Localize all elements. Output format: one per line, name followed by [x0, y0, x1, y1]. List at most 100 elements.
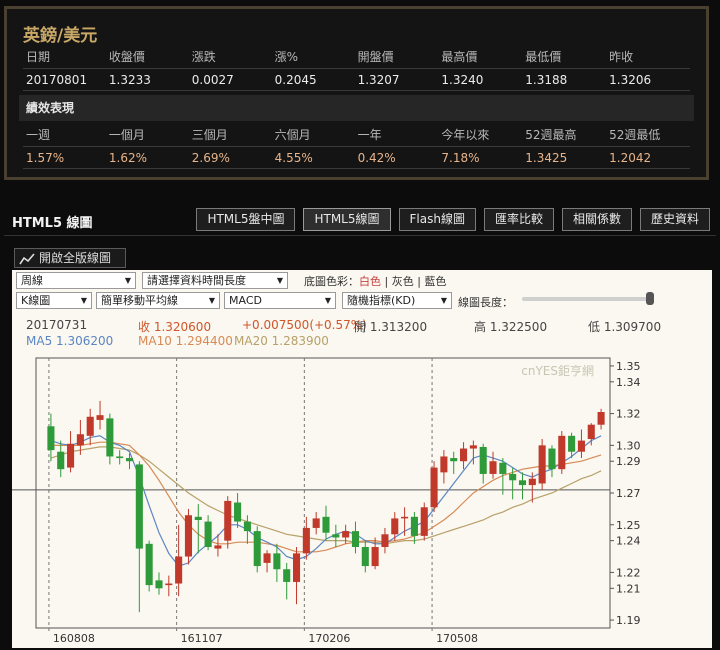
x-tick-label: 170206	[308, 632, 350, 645]
indicator2-select[interactable]: 隨機指標(KD) ▼	[342, 292, 452, 309]
candle-body	[302, 527, 310, 554]
chevron-down-icon: ▼	[324, 296, 331, 305]
candle-body	[371, 547, 379, 567]
performance-value-cell: 1.3425	[525, 150, 568, 165]
indicator2-select-value: 隨機指標(KD)	[347, 294, 416, 307]
quote-header-cell: 日期	[26, 50, 51, 64]
candle-body	[499, 462, 507, 474]
quote-header-cell: 收盤價	[108, 50, 145, 64]
performance-value-cell: 0.42%	[357, 150, 396, 165]
quote-header-row: 日期 收盤價 漲跌 漲% 開盤價 最高價 最低價 昨收	[23, 45, 690, 69]
chart-length-slider-handle[interactable]	[646, 292, 654, 305]
quote-value-cell: 1.3233	[108, 72, 151, 87]
info-close: 收 1.320600	[138, 320, 212, 334]
chevron-down-icon: ▼	[208, 296, 215, 305]
candle-body	[224, 500, 232, 541]
candle-body	[381, 534, 389, 547]
bg-gray-option[interactable]: 灰色	[392, 275, 414, 288]
performance-value-row: 1.57% 1.62% 2.69% 4.55% 0.42% 7.18% 1.34…	[23, 147, 690, 169]
chart-panel: 周線 ▼ 請選擇資料時間長度 ▼ 底圖色彩：白色 | 灰色 | 藍色 K線圖 ▼ 簡單…	[12, 270, 712, 648]
quote-value-row: 20170801 1.3233 0.0027 0.2045 1.3207 1.3…	[23, 69, 690, 91]
candle-body	[86, 416, 94, 436]
quote-header-cell: 最低價	[525, 50, 562, 64]
tab-html5-intraday[interactable]: HTML5盤中圖	[196, 208, 296, 231]
tab-fx-compare[interactable]: 匯率比較	[483, 208, 554, 231]
candle-body	[243, 521, 251, 532]
section-title: HTML5 線圖	[12, 216, 93, 231]
ma5-line	[50, 435, 602, 567]
candle-body	[479, 446, 487, 474]
candle-body	[145, 543, 153, 586]
open-full-chart-button[interactable]: 開啟全版線圖	[14, 248, 126, 268]
quote-header-cell: 漲跌	[191, 50, 216, 64]
chart-length-slider[interactable]	[522, 297, 652, 301]
candle-body	[322, 516, 330, 533]
candle-body	[401, 516, 409, 519]
candlestick-chart[interactable]: 160808 161107 170206 170508 1.35 1.34 1.32 1.30…	[12, 350, 712, 650]
candle-body	[587, 424, 595, 439]
candle-body	[283, 569, 291, 582]
quote-value-cell: 1.3188	[525, 72, 568, 87]
tab-history[interactable]: 歷史資料	[639, 208, 710, 231]
background-color-label: 底圖色彩：	[304, 275, 359, 288]
performance-value-cell: 1.2042	[609, 150, 652, 165]
candle-body	[509, 473, 517, 481]
performance-header-row: 一週 一個月 三個月 六個月 一年 今年以來 52週最高 52週最低	[23, 123, 690, 147]
y-tick-label: 1.35	[616, 360, 641, 373]
chart-length-label: 線圖長度：	[458, 296, 513, 309]
candle-body	[528, 478, 536, 486]
indicator1-select-value: MACD	[229, 294, 262, 307]
candle-body	[253, 531, 261, 567]
info-open: 開 1.313200	[354, 320, 428, 334]
candle-body	[214, 545, 222, 549]
moving-average-select[interactable]: 簡單移動平均線 ▼	[96, 292, 220, 309]
candle-body	[184, 515, 192, 557]
chevron-down-icon: ▼	[80, 296, 87, 305]
candle-body	[106, 418, 114, 457]
chart-type-select[interactable]: K線圖 ▼	[16, 292, 92, 309]
info-low: 低 1.309700	[588, 320, 662, 334]
tab-flash-chart[interactable]: Flash線圖	[398, 208, 476, 231]
chevron-down-icon: ▼	[440, 296, 447, 305]
time-length-select-value: 請選擇資料時間長度	[147, 274, 246, 287]
candle-body	[420, 507, 428, 536]
candle-body	[57, 451, 65, 470]
bg-blue-option[interactable]: 藍色	[424, 275, 446, 288]
quote-value-cell: 0.2045	[274, 72, 317, 87]
info-ma10: MA10 1.294400	[138, 334, 233, 348]
tab-correlation[interactable]: 相關係數	[561, 208, 632, 231]
quote-header-cell: 昨收	[609, 50, 634, 64]
candle-body	[430, 467, 438, 508]
performance-header-cell: 一年	[357, 128, 382, 142]
candle-body	[351, 531, 360, 547]
y-tick-label: 1.22	[616, 566, 641, 579]
candle-body	[175, 556, 183, 584]
y-tick-label: 1.29	[616, 455, 641, 468]
performance-title: 績效表現	[19, 95, 694, 121]
candle-body	[538, 445, 546, 484]
chart-tabs: HTML5盤中圖 HTML5線圖 Flash線圖 匯率比較 相關係數 歷史資料	[196, 208, 710, 231]
performance-value-cell: 7.18%	[441, 150, 480, 165]
candle-body	[332, 534, 340, 538]
y-tick-label: 1.32	[616, 408, 641, 421]
moving-average-select-value: 簡單移動平均線	[101, 294, 178, 307]
info-change: +0.007500(+0.57%)	[242, 318, 367, 332]
candle-body	[263, 553, 271, 563]
candle-body	[234, 502, 242, 522]
bg-white-option[interactable]: 白色	[359, 275, 381, 288]
indicator1-select[interactable]: MACD ▼	[224, 292, 336, 309]
candle-body	[155, 580, 163, 589]
candle-body	[292, 553, 301, 582]
candle-body	[440, 456, 448, 473]
candle-body	[568, 435, 576, 452]
candle-body	[194, 516, 202, 520]
time-length-select[interactable]: 請選擇資料時間長度 ▼	[142, 272, 288, 289]
performance-header-cell: 52週最低	[609, 128, 661, 142]
candle-body	[67, 443, 75, 468]
plot-frame	[35, 357, 611, 629]
x-tick-label: 170508	[436, 632, 478, 645]
period-select-value: 周線	[21, 274, 43, 287]
period-select[interactable]: 周線 ▼	[16, 272, 136, 289]
performance-value-cell: 4.55%	[274, 150, 313, 165]
tab-html5-chart[interactable]: HTML5線圖	[303, 208, 391, 231]
